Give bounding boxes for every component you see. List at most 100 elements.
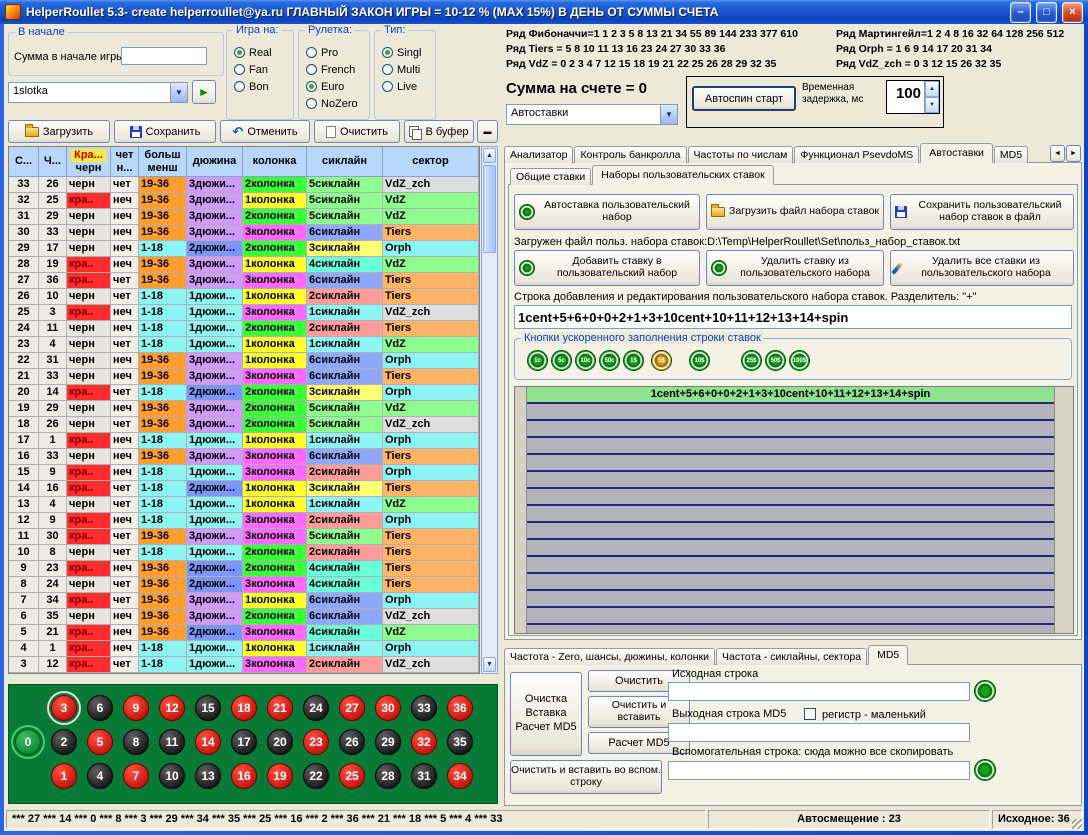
board-number-10[interactable]: 10	[159, 763, 185, 789]
md5-clear-paste-aux-button[interactable]: Очистить и вставить во вспом. строку	[510, 760, 662, 794]
board-number-5[interactable]: 5	[87, 729, 113, 755]
board-number-19[interactable]: 19	[267, 763, 293, 789]
close-button[interactable]: ×	[1062, 2, 1083, 23]
load-button[interactable]: Загрузить	[8, 120, 110, 143]
save-button[interactable]: Сохранить	[114, 120, 216, 143]
board-number-25[interactable]: 25	[339, 763, 365, 789]
radio-real[interactable]: Real	[234, 44, 272, 61]
radio-nozero[interactable]: NoZero	[306, 95, 358, 112]
board-number-36[interactable]: 36	[447, 695, 473, 721]
board-number-32[interactable]: 32	[411, 729, 437, 755]
lowercase-checkbox[interactable]	[804, 708, 816, 720]
md5-source-chip-button[interactable]	[974, 680, 996, 702]
board-number-7[interactable]: 7	[123, 763, 149, 789]
board-number-35[interactable]: 35	[447, 729, 473, 755]
slot-select[interactable]: 1slotka ▼	[8, 82, 188, 103]
main-tab-4[interactable]: Функционал PsevdoMS	[794, 146, 919, 163]
maximize-button[interactable]: □	[1036, 2, 1057, 23]
tab-scroll-right[interactable]: ►	[1066, 145, 1081, 162]
chip-button-1c[interactable]: 1c	[527, 350, 548, 371]
bottom-tab-3[interactable]: MD5	[868, 645, 908, 665]
board-number-16[interactable]: 16	[231, 763, 257, 789]
radio-euro[interactable]: Euro	[306, 78, 358, 95]
board-number-12[interactable]: 12	[159, 695, 185, 721]
board-number-15[interactable]: 15	[195, 695, 221, 721]
chevron-down-icon[interactable]: ▼	[661, 104, 678, 125]
board-number-0[interactable]: 0	[15, 729, 41, 755]
bet-string-input[interactable]	[514, 305, 1072, 329]
board-number-6[interactable]: 6	[87, 695, 113, 721]
resize-grip[interactable]	[1072, 819, 1082, 829]
radio-singl[interactable]: Singl	[382, 44, 421, 61]
start-sum-input[interactable]	[121, 47, 207, 65]
board-number-2[interactable]: 2	[51, 729, 77, 755]
board-number-26[interactable]: 26	[339, 729, 365, 755]
spin-up-icon[interactable]: ▲	[925, 81, 939, 97]
chip-button-50$[interactable]: 50$	[765, 350, 786, 371]
bottom-tab-2[interactable]: Частота - сиклайны, сектора	[716, 648, 867, 665]
radio-multi[interactable]: Multi	[382, 61, 421, 78]
bets-list-scrollbar[interactable]	[1054, 387, 1073, 633]
save-bet-file-button[interactable]: Сохранить пользовательский набор ставок …	[890, 194, 1074, 230]
main-tab-2[interactable]: Контроль банкролла	[574, 146, 686, 163]
add-bet-button[interactable]: Добавить ставку в пользовательский набор	[514, 250, 700, 286]
play-button[interactable]: ►	[192, 80, 216, 104]
board-number-24[interactable]: 24	[303, 695, 329, 721]
board-number-34[interactable]: 34	[447, 763, 473, 789]
main-tab-1[interactable]: Анализатор	[504, 146, 573, 163]
autobet-user-set-button[interactable]: Автоставка пользовательский набор	[514, 194, 700, 230]
bottom-tab-1[interactable]: Частота - Zero, шансы, дюжины, колонки	[504, 648, 715, 665]
autospin-start-button[interactable]: Автоспин старт	[692, 86, 796, 111]
board-number-9[interactable]: 9	[123, 695, 149, 721]
radio-french[interactable]: French	[306, 61, 358, 78]
md5-source-input[interactable]	[668, 682, 970, 701]
main-tab-5[interactable]: Автоставки	[920, 143, 993, 163]
md5-aux-chip-button[interactable]	[974, 759, 996, 781]
radio-live[interactable]: Live	[382, 78, 421, 95]
board-number-23[interactable]: 23	[303, 729, 329, 755]
radio-bon[interactable]: Bon	[234, 78, 272, 95]
tab-scroll-left[interactable]: ◄	[1050, 145, 1065, 162]
chip-button-100$[interactable]: 100$	[789, 350, 810, 371]
board-number-22[interactable]: 22	[303, 763, 329, 789]
scroll-down-icon[interactable]: ▼	[483, 657, 496, 672]
chip-button-10$[interactable]: 10$	[689, 350, 710, 371]
scrollbar-thumb[interactable]	[483, 165, 496, 253]
board-number-30[interactable]: 30	[375, 695, 401, 721]
board-number-4[interactable]: 4	[87, 763, 113, 789]
chevron-down-icon[interactable]: ▼	[171, 82, 188, 103]
board-number-17[interactable]: 17	[231, 729, 257, 755]
undo-button[interactable]: ↶ Отменить	[220, 120, 310, 143]
radio-pro[interactable]: Pro	[306, 44, 358, 61]
table-scrollbar[interactable]: ▲ ▼	[481, 146, 498, 674]
minimize-button[interactable]: –	[1010, 2, 1031, 23]
clear-button[interactable]: Очистить	[314, 120, 400, 143]
board-number-13[interactable]: 13	[195, 763, 221, 789]
md5-big-button[interactable]: Очистка Вставка Расчет MD5	[510, 672, 582, 756]
board-number-33[interactable]: 33	[411, 695, 437, 721]
board-number-21[interactable]: 21	[267, 695, 293, 721]
board-number-29[interactable]: 29	[375, 729, 401, 755]
sub-tab-2[interactable]: Наборы пользовательских ставок	[592, 165, 773, 185]
radio-fan[interactable]: Fan	[234, 61, 272, 78]
remove-bet-button[interactable]: Удалить ставку из пользовательского набо…	[706, 250, 884, 286]
md5-output-input[interactable]	[668, 723, 970, 742]
board-number-11[interactable]: 11	[159, 729, 185, 755]
chip-button-5$[interactable]: 5$	[651, 350, 672, 371]
main-tab-3[interactable]: Частоты по числам	[688, 146, 794, 163]
board-number-18[interactable]: 18	[231, 695, 257, 721]
board-number-27[interactable]: 27	[339, 695, 365, 721]
spin-down-icon[interactable]: ▼	[925, 97, 939, 113]
chip-button-1$[interactable]: 1$	[623, 350, 644, 371]
collapse-button[interactable]: ▬	[477, 120, 498, 143]
chip-button-25$[interactable]: 25$	[741, 350, 762, 371]
remove-all-bets-button[interactable]: Удалить все ставки из пользовательского …	[890, 250, 1074, 286]
copy-to-buffer-button[interactable]: В буфер	[404, 120, 474, 143]
load-bet-file-button[interactable]: Загрузить файл набора ставок	[706, 194, 884, 230]
board-number-14[interactable]: 14	[195, 729, 221, 755]
board-number-20[interactable]: 20	[267, 729, 293, 755]
main-tab-6[interactable]: MD5	[994, 146, 1028, 163]
board-number-1[interactable]: 1	[51, 763, 77, 789]
board-number-28[interactable]: 28	[375, 763, 401, 789]
chip-button-10c[interactable]: 10c	[575, 350, 596, 371]
